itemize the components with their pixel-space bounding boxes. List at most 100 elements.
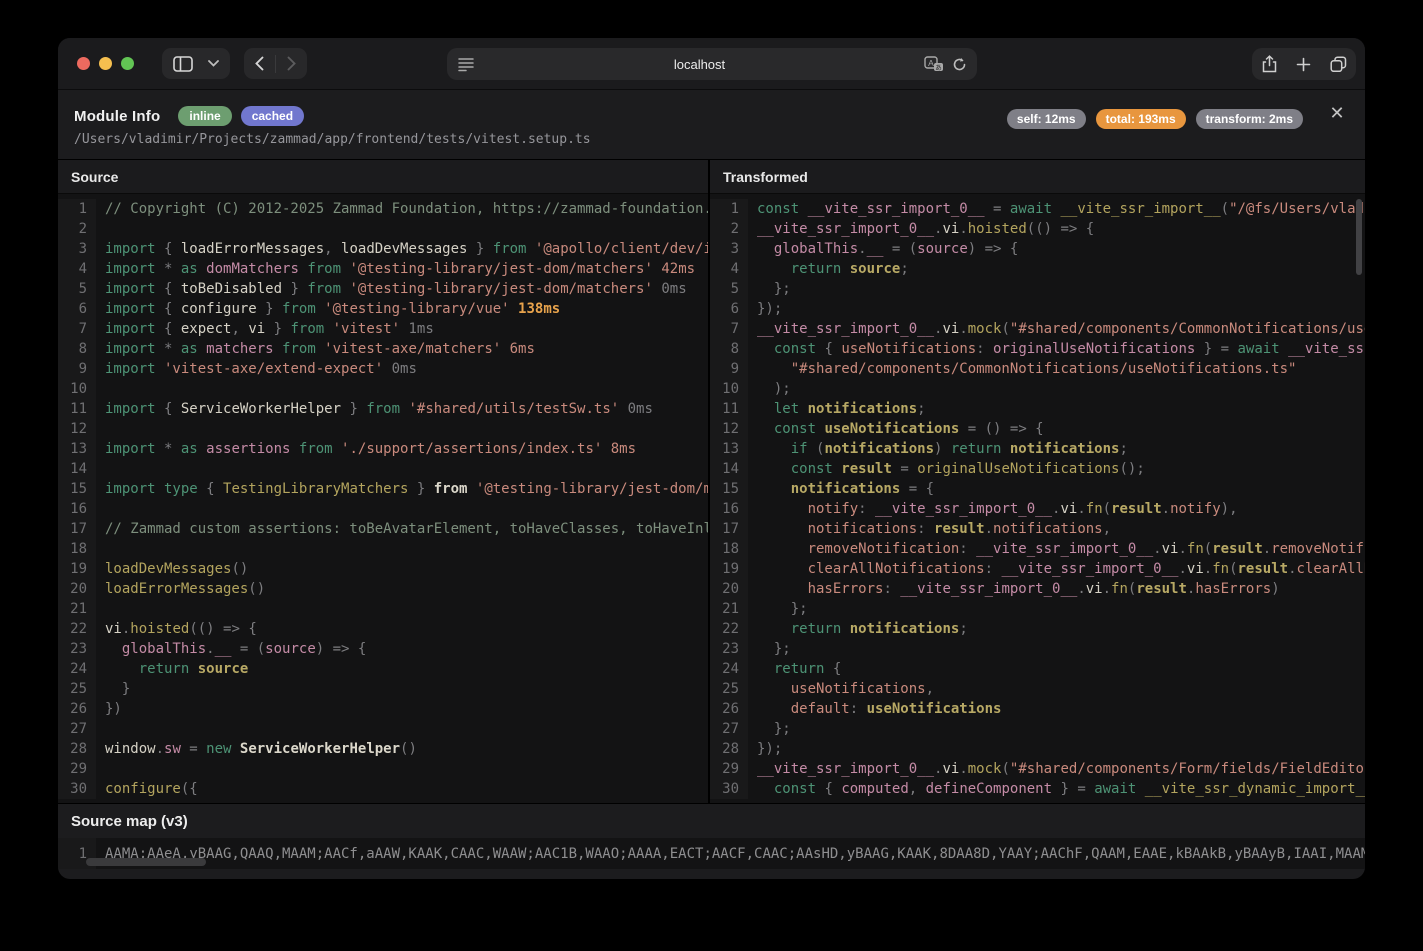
sourcemap-title: Source map (v3): [58, 804, 1365, 838]
code-line: 14 const result = originalUseNotificatio…: [710, 459, 1365, 479]
code-line: 12 const useNotifications = () => {: [710, 419, 1365, 439]
source-panel-title: Source: [58, 160, 708, 194]
svg-text:A: A: [928, 58, 934, 68]
metric-badge: transform: 2ms: [1196, 109, 1303, 129]
code-line: 3 globalThis.__ = (source) => {: [710, 239, 1365, 259]
code-line: 30 const { computed, defineComponent } =…: [710, 779, 1365, 799]
code-line: 22vi.hoisted(() => {: [58, 619, 708, 639]
code-line: 17// Zammad custom assertions: toBeAvata…: [58, 519, 708, 539]
code-line: 11 let notifications;: [710, 399, 1365, 419]
code-line: 24 return source: [58, 659, 708, 679]
code-line: 23 };: [710, 639, 1365, 659]
vertical-scrollbar-thumb[interactable]: [1356, 199, 1362, 275]
share-icon[interactable]: [1262, 55, 1277, 73]
chevron-down-icon: [208, 60, 219, 67]
code-line: 5 };: [710, 279, 1365, 299]
code-line: 16: [58, 499, 708, 519]
code-line: 21: [58, 599, 708, 619]
code-line: 20loadErrorMessages(): [58, 579, 708, 599]
metric-badge: total: 193ms: [1096, 109, 1186, 129]
timing-metrics: self: 12ms total: 193ms transform: 2ms: [1007, 109, 1303, 129]
metric-badge: self: 12ms: [1007, 109, 1086, 129]
code-line: 30configure({: [58, 779, 708, 799]
code-line: 17 notifications: result.notifications,: [710, 519, 1365, 539]
sidebar-toggle-button[interactable]: [162, 48, 204, 79]
sourcemap-mappings: AAMA;AAeA,yBAAG,QAAQ,MAAM;AACf,aAAW,KAAK…: [96, 846, 1365, 862]
code-line: 18: [58, 539, 708, 559]
code-line: 1// Copyright (C) 2012-2025 Zammad Found…: [58, 199, 708, 219]
code-line: 25 }: [58, 679, 708, 699]
new-tab-icon[interactable]: [1296, 57, 1311, 72]
code-line: 14: [58, 459, 708, 479]
code-line: 6import { configure } from '@testing-lib…: [58, 299, 708, 319]
close-panel-button[interactable]: ✕: [1326, 102, 1348, 124]
horizontal-scrollbar-thumb[interactable]: [86, 858, 206, 866]
code-line: 18 removeNotification: __vite_ssr_import…: [710, 539, 1365, 559]
code-line: 2: [58, 219, 708, 239]
code-line: 4 return source;: [710, 259, 1365, 279]
sidebar-icon: [173, 56, 193, 72]
code-line: 11import { ServiceWorkerHelper } from '#…: [58, 399, 708, 419]
translate-icon[interactable]: A あ: [924, 56, 944, 72]
svg-text:あ: あ: [935, 63, 942, 71]
reload-icon[interactable]: [952, 57, 967, 72]
traffic-lights: [77, 57, 134, 70]
code-line: 26}): [58, 699, 708, 719]
code-line: 28window.sw = new ServiceWorkerHelper(): [58, 739, 708, 759]
tab-overview-icon[interactable]: [1330, 56, 1347, 72]
zoom-window-button[interactable]: [121, 57, 134, 70]
chevron-right-icon: [287, 56, 296, 71]
code-line: 25 useNotifications,: [710, 679, 1365, 699]
code-line: 2__vite_ssr_import_0__.vi.hoisted(() => …: [710, 219, 1365, 239]
code-line: 15 notifications = {: [710, 479, 1365, 499]
close-window-button[interactable]: [77, 57, 90, 70]
code-line: 24 return {: [710, 659, 1365, 679]
module-info-header: Module Info inlinecached self: 12ms total…: [58, 90, 1365, 159]
sourcemap-section: Source map (v3) 1 AAMA;AAeA,yBAAG,QAAQ,M…: [58, 803, 1365, 869]
code-line: 10: [58, 379, 708, 399]
browser-toolbar: localhost A あ: [58, 38, 1365, 90]
transformed-panel-title: Transformed: [710, 160, 1365, 194]
address-bar[interactable]: localhost A あ: [447, 48, 977, 80]
code-line: 9import 'vitest-axe/extend-expect' 0ms: [58, 359, 708, 379]
module-badge: inline: [178, 106, 231, 126]
back-button[interactable]: [244, 48, 275, 79]
code-line: 15import type { TestingLibraryMatchers }…: [58, 479, 708, 499]
code-line: 13import * as assertions from './support…: [58, 439, 708, 459]
code-line: 28});: [710, 739, 1365, 759]
code-line: 27 };: [710, 719, 1365, 739]
code-line: 29: [58, 759, 708, 779]
code-line: 19loadDevMessages(): [58, 559, 708, 579]
code-line: 26 default: useNotifications: [710, 699, 1365, 719]
sourcemap-code-view[interactable]: 1 AAMA;AAeA,yBAAG,QAAQ,MAAM;AACf,aAAW,KA…: [58, 838, 1365, 869]
minimize-window-button[interactable]: [99, 57, 112, 70]
module-badges: inlinecached: [169, 107, 304, 125]
nav-buttons: [244, 48, 307, 79]
transformed-code-view[interactable]: 1const __vite_ssr_import_0__ = await __v…: [710, 194, 1365, 803]
transformed-panel: Transformed 1const __vite_ssr_import_0__…: [710, 160, 1365, 803]
sidebar-menu-button[interactable]: [204, 48, 230, 79]
code-line: 27: [58, 719, 708, 739]
reader-icon[interactable]: [457, 57, 475, 72]
code-line: 1const __vite_ssr_import_0__ = await __v…: [710, 199, 1365, 219]
code-line: 7import { expect, vi } from 'vitest' 1ms: [58, 319, 708, 339]
source-code-view[interactable]: 1// Copyright (C) 2012-2025 Zammad Found…: [58, 194, 708, 803]
code-line: 21 };: [710, 599, 1365, 619]
toolbar-right-buttons: [1252, 48, 1356, 80]
code-panels: Source 1// Copyright (C) 2012-2025 Zamma…: [58, 159, 1365, 803]
code-line: 10 );: [710, 379, 1365, 399]
code-line: 4import * as domMatchers from '@testing-…: [58, 259, 708, 279]
code-line: 29__vite_ssr_import_0__.vi.mock("#shared…: [710, 759, 1365, 779]
code-line: 7__vite_ssr_import_0__.vi.mock("#shared/…: [710, 319, 1365, 339]
code-line: 19 clearAllNotifications: __vite_ssr_imp…: [710, 559, 1365, 579]
browser-window: localhost A あ: [58, 38, 1365, 879]
code-line: 23 globalThis.__ = (source) => {: [58, 639, 708, 659]
forward-button[interactable]: [276, 48, 307, 79]
page-title: Module Info: [74, 108, 160, 125]
chevron-left-icon: [255, 56, 264, 71]
code-line: 5import { toBeDisabled } from '@testing-…: [58, 279, 708, 299]
code-line: 8import * as matchers from 'vitest-axe/m…: [58, 339, 708, 359]
code-line: 12: [58, 419, 708, 439]
code-line: 13 if (notifications) return notificatio…: [710, 439, 1365, 459]
code-line: 3import { loadErrorMessages, loadDevMess…: [58, 239, 708, 259]
